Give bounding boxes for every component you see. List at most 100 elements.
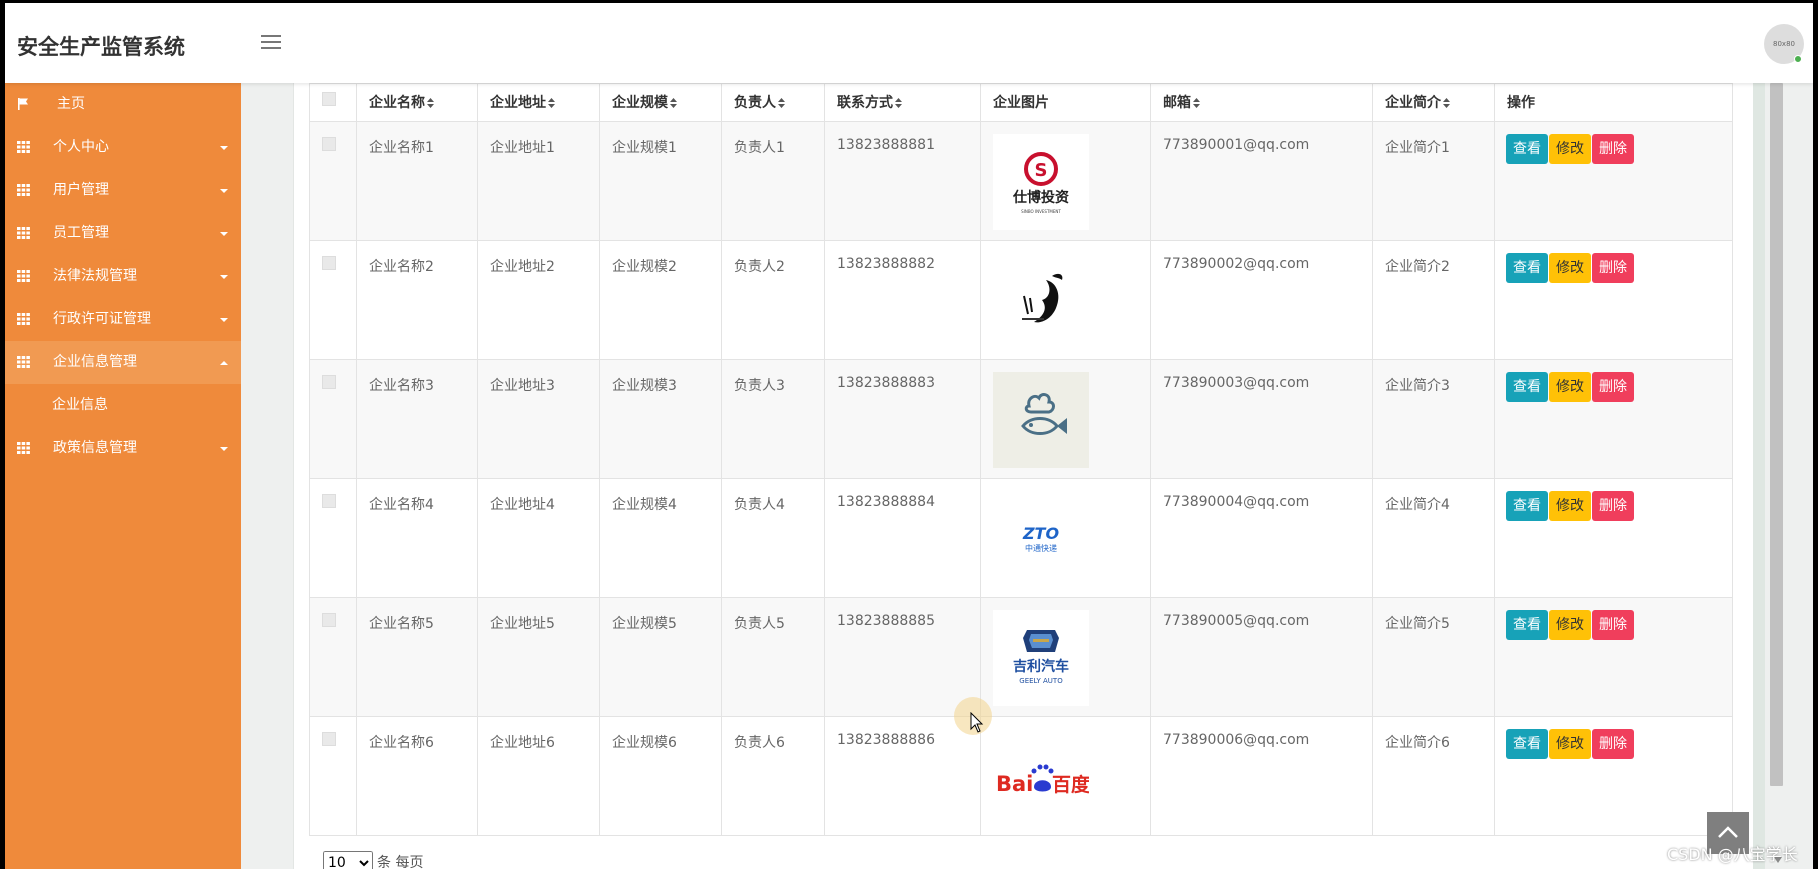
sidebar-item-label: 用户管理 (53, 182, 109, 198)
grid-icon (17, 270, 30, 282)
select-all-cell (309, 83, 357, 122)
app-title: 安全生产监管系统 (17, 35, 185, 59)
company-intro: 企业简介5 (1372, 597, 1495, 717)
chevron-down-icon (220, 318, 228, 322)
column-header: 操作 (1494, 83, 1733, 122)
svg-text:百度: 百度 (1052, 773, 1089, 796)
sidebar-subitem-company-info[interactable]: 企业信息 (5, 384, 241, 427)
page-size-select[interactable]: 10 (323, 851, 373, 869)
online-status-dot (1794, 55, 1802, 63)
grid-icon (17, 184, 30, 196)
flag-icon (18, 98, 28, 110)
email: 773890001@qq.com (1150, 121, 1373, 241)
view-button[interactable]: 查看 (1506, 729, 1548, 759)
row-checkbox[interactable] (322, 494, 336, 508)
table-row: 企业名称5 企业地址5 企业规模5 负责人5 13823888885 吉利汽车 … (309, 597, 1733, 717)
grid-icon (17, 356, 30, 368)
svg-text:中通快递: 中通快递 (1025, 543, 1057, 553)
select-all-checkbox[interactable] (322, 92, 336, 106)
svg-text:吉利汽车: 吉利汽车 (1013, 658, 1069, 675)
sidebar-item-user-management[interactable]: 用户管理 (5, 169, 241, 212)
sidebar: 主页 个人中心 用户管理 员工管理 法律法规管理 行政许可证管理 企业信息管理 … (5, 83, 241, 869)
row-checkbox[interactable] (322, 613, 336, 627)
delete-button[interactable]: 删除 (1592, 491, 1634, 521)
menu-toggle-icon[interactable] (261, 35, 281, 51)
delete-button[interactable]: 删除 (1592, 729, 1634, 759)
actions-cell: 查看 修改 删除 (1494, 716, 1733, 836)
email: 773890006@qq.com (1150, 716, 1373, 836)
svg-text:GEELY AUTO: GEELY AUTO (1019, 677, 1063, 685)
sort-icon (670, 98, 677, 108)
sort-icon (895, 98, 902, 108)
company-name: 企业名称3 (356, 359, 478, 479)
sidebar-item-home[interactable]: 主页 (5, 83, 241, 126)
delete-button[interactable]: 删除 (1592, 253, 1634, 283)
sidebar-item-license-management[interactable]: 行政许可证管理 (5, 298, 241, 341)
edit-button[interactable]: 修改 (1549, 610, 1591, 640)
view-button[interactable]: 查看 (1506, 372, 1548, 402)
view-button[interactable]: 查看 (1506, 610, 1548, 640)
sidebar-item-policy-management[interactable]: 政策信息管理 (5, 427, 241, 470)
column-header[interactable]: 邮箱 (1150, 83, 1373, 122)
view-button[interactable]: 查看 (1506, 253, 1548, 283)
vertical-scrollbar[interactable] (1770, 83, 1783, 786)
chevron-down-icon (220, 232, 228, 236)
edit-button[interactable]: 修改 (1549, 372, 1591, 402)
sidebar-item-personal-center[interactable]: 个人中心 (5, 126, 241, 169)
company-name: 企业名称2 (356, 240, 478, 360)
company-name: 企业名称1 (356, 121, 478, 241)
column-header[interactable]: 联系方式 (824, 83, 981, 122)
sidebar-item-label: 企业信息管理 (53, 354, 137, 370)
chevron-down-icon (220, 146, 228, 150)
row-checkbox[interactable] (322, 137, 336, 151)
manager: 负责人3 (721, 359, 825, 479)
manager: 负责人6 (721, 716, 825, 836)
delete-button[interactable]: 删除 (1592, 134, 1634, 164)
watermark: CSDN @八宝学长 (1667, 845, 1798, 864)
edit-button[interactable]: 修改 (1549, 253, 1591, 283)
company-intro: 企业简介1 (1372, 121, 1495, 241)
delete-button[interactable]: 删除 (1592, 610, 1634, 640)
column-header[interactable]: 负责人 (721, 83, 825, 122)
svg-text:SINBO INVESTMENT: SINBO INVESTMENT (1021, 209, 1061, 214)
company-name: 企业名称4 (356, 478, 478, 598)
panel-edge (1753, 83, 1765, 869)
chevron-down-icon (220, 447, 228, 451)
column-header[interactable]: 企业名称 (356, 83, 478, 122)
sidebar-item-label: 政策信息管理 (53, 440, 137, 456)
column-header: 企业图片 (980, 83, 1151, 122)
phone: 13823888886 (824, 716, 981, 836)
company-address: 企业地址1 (477, 121, 600, 241)
company-scale: 企业规模1 (599, 121, 722, 241)
company-scale: 企业规模4 (599, 478, 722, 598)
chevron-down-icon (220, 189, 228, 193)
edit-button[interactable]: 修改 (1549, 491, 1591, 521)
company-logo-image: Bai 百度 (993, 729, 1089, 825)
view-button[interactable]: 查看 (1506, 134, 1548, 164)
company-name: 企业名称5 (356, 597, 478, 717)
row-checkbox[interactable] (322, 732, 336, 746)
row-checkbox[interactable] (322, 256, 336, 270)
column-header[interactable]: 企业简介 (1372, 83, 1495, 122)
top-header: 安全生产监管系统 80x80 (5, 3, 1813, 83)
sidebar-item-label: 个人中心 (53, 139, 109, 155)
sidebar-item-employee-management[interactable]: 员工管理 (5, 212, 241, 255)
sidebar-item-law-management[interactable]: 法律法规管理 (5, 255, 241, 298)
column-header[interactable]: 企业地址 (477, 83, 600, 122)
company-address: 企业地址4 (477, 478, 600, 598)
delete-button[interactable]: 删除 (1592, 372, 1634, 402)
column-header[interactable]: 企业规模 (599, 83, 722, 122)
sidebar-item-company-management[interactable]: 企业信息管理 (5, 341, 241, 384)
row-checkbox[interactable] (322, 375, 336, 389)
company-logo-image: ZTO 中通快递 (993, 491, 1089, 587)
edit-button[interactable]: 修改 (1549, 729, 1591, 759)
company-intro: 企业简介6 (1372, 716, 1495, 836)
view-button[interactable]: 查看 (1506, 491, 1548, 521)
phone: 13823888882 (824, 240, 981, 360)
actions-cell: 查看 修改 删除 (1494, 478, 1733, 598)
sidebar-item-label: 主页 (57, 96, 85, 112)
actions-cell: 查看 修改 删除 (1494, 121, 1733, 241)
phone: 13823888885 (824, 597, 981, 717)
company-scale: 企业规模5 (599, 597, 722, 717)
edit-button[interactable]: 修改 (1549, 134, 1591, 164)
